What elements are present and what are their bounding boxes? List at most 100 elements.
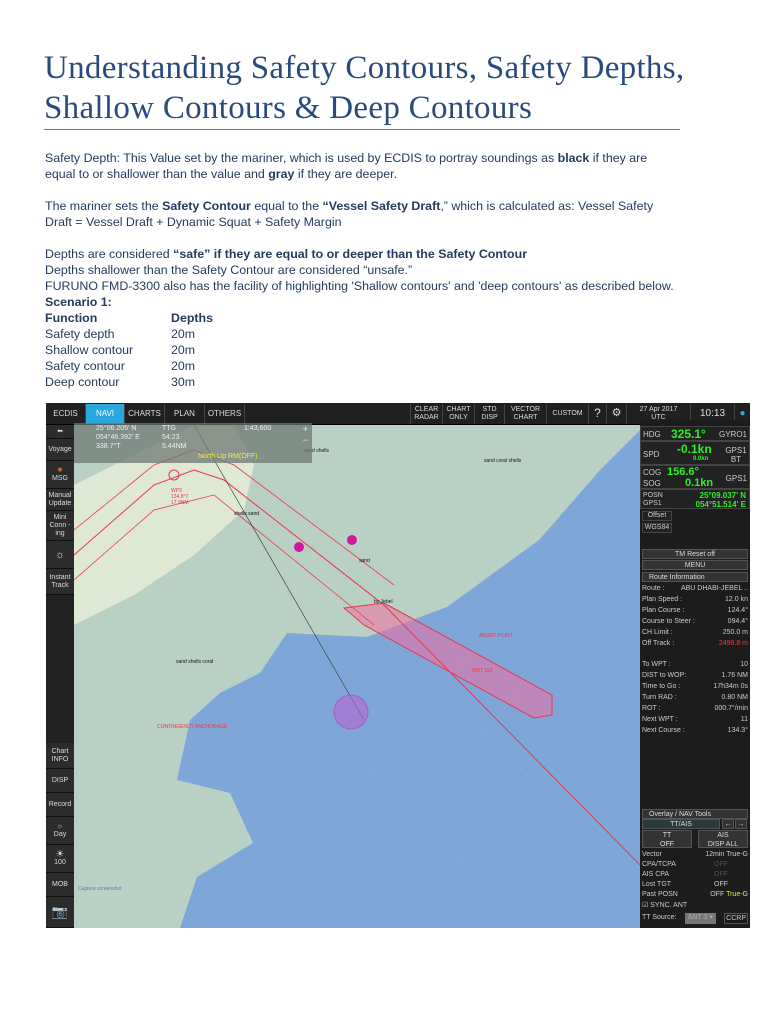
tab-plan[interactable]: PLAN: [165, 404, 205, 424]
cursor-bearing: 338.7°T: [96, 443, 121, 450]
cpa-value: OFF: [714, 861, 728, 868]
ais-cpa-row[interactable]: AIS CPA OFF: [642, 870, 748, 879]
route-info-value: 1.76 NM: [721, 672, 748, 679]
chart-info-button[interactable]: Chart INFO: [46, 743, 74, 769]
title-divider: [44, 129, 680, 130]
tt-label: TT: [662, 832, 672, 839]
lost-tgt-value: OFF: [714, 881, 728, 888]
document-body: Safety Depth: This Value set by the mari…: [45, 150, 675, 390]
tab-navi[interactable]: NAVI: [86, 404, 125, 424]
sync-ant-checkbox[interactable]: ☑ SYNC. ANT: [642, 901, 748, 910]
table-cell: 20m: [171, 343, 196, 357]
cpa-tcpa-row[interactable]: CPA/TCPA OFF: [642, 860, 748, 869]
orientation-mode[interactable]: North Up RM(OFF): [198, 453, 258, 460]
tt-button[interactable]: TT OFF: [642, 830, 692, 848]
sync-ant-label: SYNC. ANT: [650, 902, 688, 909]
map-label: sand: [359, 558, 370, 564]
cursor-info-panel: 25°06.205' N 054°46.392' E 338.7°T TTG 5…: [74, 423, 312, 463]
route-information-header[interactable]: Route Information: [642, 572, 748, 582]
voyage-button[interactable]: Voyage: [46, 439, 74, 461]
brightness-button[interactable]: ☀ 100: [46, 845, 74, 873]
custom-button[interactable]: CUSTOM: [546, 404, 588, 424]
record-button[interactable]: Record: [46, 793, 74, 817]
map-label: by Jebel: [374, 599, 393, 605]
cpa-label: CPA/TCPA: [642, 861, 676, 868]
disp-button[interactable]: DISP: [46, 769, 74, 793]
camera-icon[interactable]: 📷: [46, 897, 74, 928]
back-button[interactable]: ⬅: [46, 425, 74, 439]
table-cell: 20m: [171, 359, 196, 373]
checkbox-icon: ☑: [642, 902, 651, 909]
vector-value: 12min True-G: [705, 851, 748, 858]
route-info-row: ROT : 000.7°/min: [642, 704, 748, 713]
tab-others[interactable]: OTHERS: [205, 404, 245, 424]
instant-track-button[interactable]: Instant Track: [46, 569, 74, 595]
text: Depths are considered: [45, 247, 174, 261]
msg-button[interactable]: ✹ MSG: [46, 461, 74, 489]
ais-cpa-label: AIS CPA: [642, 871, 670, 878]
tab-tt-ais[interactable]: TT/AIS: [642, 819, 720, 829]
day-mode-button[interactable]: ☼ Day: [46, 817, 74, 845]
help-icon[interactable]: ?: [588, 404, 606, 424]
ecdis-screenshot: ECDIS NAVI CHARTS PLAN OTHERS CLEAR RADA…: [46, 403, 750, 928]
route-info-label: Off Track :: [642, 640, 675, 647]
manual-update-button[interactable]: Manual Update: [46, 489, 74, 511]
chart-map[interactable]: sand coral shells sand shells shells san…: [73, 424, 641, 928]
table-cell: Deep contour: [45, 375, 120, 389]
ttg-value: 54:23: [162, 434, 180, 441]
settings-icon[interactable]: ⚙: [606, 404, 626, 424]
text: equal to the: [250, 199, 323, 213]
lost-tgt-row[interactable]: Lost TGT OFF: [642, 880, 748, 889]
cursor-lat: 25°06.205' N: [96, 425, 137, 432]
offset-button[interactable]: Offset: [642, 511, 672, 521]
route-info-value: 134.3°: [727, 727, 748, 734]
cursor-lon: 054°46.392' E: [96, 434, 140, 441]
text: The mariner sets the: [45, 199, 163, 213]
vector-chart-button[interactable]: VECTOR CHART: [504, 404, 546, 424]
past-posn-row[interactable]: Past POSN OFF True-G: [642, 890, 748, 899]
ais-cpa-value: OFF: [714, 871, 728, 878]
chart-only-button[interactable]: CHART ONLY: [442, 404, 474, 424]
paragraph-safe: Depths are considered “safe” if they are…: [45, 246, 675, 262]
nav-data-panel: HDG 325.1° GYRO1 SPD -0.1kn 0.0kn GPS1 B…: [640, 420, 750, 928]
mini-conning-button[interactable]: Mini Conn -ing: [46, 511, 74, 541]
route-info-row: Route : ABU DHABI-JEBEL ..: [642, 584, 748, 593]
hdg-source: GYRO1: [718, 430, 747, 439]
std-disp-button[interactable]: STD DISP: [474, 404, 504, 424]
menu-button[interactable]: MENU: [642, 560, 748, 570]
page-title: Understanding Safety Contours, Safety De…: [44, 50, 685, 126]
arrow-left-icon[interactable]: ←: [722, 819, 734, 829]
route-info-label: Plan Speed :: [642, 596, 683, 603]
table-cell: Safety contour: [45, 359, 125, 373]
route-info-label: To WPT :: [642, 661, 671, 668]
route-info-row: Turn RAD : 0.80 NM: [642, 693, 748, 702]
route-info-value: 124.4°: [727, 607, 748, 614]
overlay-nav-tools-header[interactable]: Overlay / NAV Tools: [642, 809, 748, 819]
zoom-out-icon[interactable]: −: [303, 435, 308, 445]
route-info-value: ABU DHABI-JEBEL ..: [680, 585, 748, 592]
tm-reset-button[interactable]: TM Reset off: [642, 549, 748, 559]
route-info-label: ROT :: [642, 705, 661, 712]
mob-button[interactable]: MOB: [46, 873, 74, 897]
bold-text: “Vessel Safety Draft: [322, 199, 441, 213]
route-info-label: Next Course :: [642, 727, 685, 734]
route-info-value: 000.7°/min: [714, 705, 748, 712]
tab-charts[interactable]: CHARTS: [125, 404, 165, 424]
tt-source-select[interactable]: ANT 3 ▾: [684, 913, 716, 924]
ais-button[interactable]: AIS DISP ALL: [698, 830, 748, 848]
ccrp-button[interactable]: CCRP: [724, 913, 748, 924]
arrow-right-icon[interactable]: →: [735, 819, 747, 829]
past-posn-mode: True-G: [726, 891, 748, 898]
spd-sub-value: 0.0kn: [693, 456, 709, 462]
zoom-in-icon[interactable]: +: [303, 424, 308, 434]
ais-state: DISP ALL: [707, 841, 739, 848]
paragraph-furuno: FURUNO FMD-3300 also has the facility of…: [45, 279, 674, 293]
clear-radar-button[interactable]: CLEAR RADAR: [410, 404, 442, 424]
day-night-icon[interactable]: ☼: [46, 541, 74, 569]
posn-lon: 054°51.514' E: [695, 500, 746, 509]
vector-row[interactable]: Vector 12min True-G: [642, 850, 748, 859]
chart-scale: 1:43,600: [244, 425, 272, 432]
route-info-label: Route :: [642, 585, 665, 592]
tab-ecdis[interactable]: ECDIS: [46, 404, 86, 424]
hdg-value: 325.1°: [671, 427, 706, 441]
